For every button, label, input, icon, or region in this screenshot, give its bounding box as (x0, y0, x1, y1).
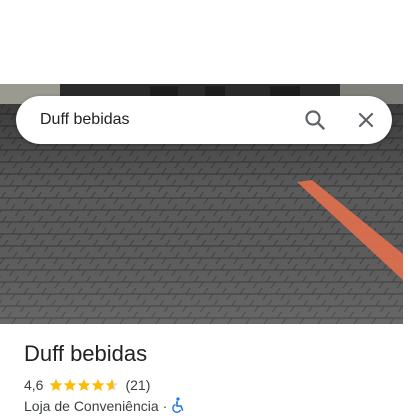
close-icon[interactable] (352, 106, 380, 134)
star-icon (78, 379, 91, 391)
wheelchair-icon (171, 396, 185, 416)
search-bar[interactable]: Duff bebidas (16, 96, 392, 144)
category-label[interactable]: Loja de Conveniência (24, 398, 159, 414)
separator: · (162, 398, 168, 414)
star-rating (49, 378, 119, 392)
category-row: Loja de Conveniência · (24, 396, 185, 416)
gutter (403, 84, 408, 324)
review-count[interactable]: (21) (125, 377, 150, 393)
star-icon (106, 379, 119, 391)
star-icon (92, 379, 105, 391)
search-input[interactable]: Duff bebidas (40, 110, 130, 130)
place-title: Duff bebidas (24, 341, 148, 366)
rating-value: 4,6 (24, 377, 44, 393)
search-icon[interactable] (301, 106, 329, 134)
star-icon (64, 379, 77, 391)
rating-row[interactable]: 4,6 (21) (24, 375, 150, 395)
star-icon (50, 379, 63, 391)
